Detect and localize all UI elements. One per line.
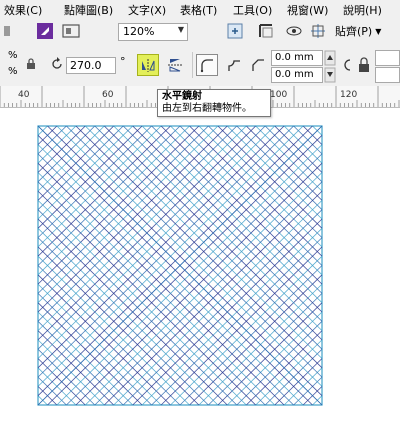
round-corner-icon: [200, 59, 213, 73]
tooltip-title: 水平鏡射: [162, 91, 202, 102]
zoom-value: 120%: [123, 25, 155, 38]
full-screen-preview-icon[interactable]: [226, 22, 244, 40]
overflow-icon[interactable]: [4, 24, 16, 38]
rotate-icon: [50, 56, 64, 72]
lock-icon[interactable]: [357, 56, 371, 74]
corner-round-button[interactable]: [196, 54, 218, 76]
corner-scallop-button[interactable]: [224, 54, 244, 76]
menu-tools[interactable]: 工具(O): [233, 2, 272, 18]
mirror-vertical-icon: [168, 59, 182, 72]
menu-window[interactable]: 視窗(W): [287, 2, 328, 18]
rotation-angle-field[interactable]: 270.0: [66, 57, 116, 74]
degree-unit: °: [120, 55, 126, 68]
scallop-corner-icon: [228, 60, 240, 71]
rotation-value: 270.0: [70, 59, 102, 72]
zoom-level-icon[interactable]: [62, 22, 80, 40]
property-bar: % % 270.0 ° 0.0 mm 0.0 mm: [0, 46, 400, 87]
mirror-horizontal-button[interactable]: [137, 54, 159, 76]
ruler-label: 40: [18, 90, 30, 100]
spin-buttons[interactable]: [324, 50, 336, 83]
outline-width-top: 0.0 mm: [275, 52, 314, 63]
lock-ratio-icon[interactable]: [24, 57, 38, 71]
menu-effects[interactable]: 效果(C): [4, 2, 42, 18]
mirror-vertical-button[interactable]: [164, 54, 186, 76]
snap-label: 貼齊(P): [335, 25, 373, 38]
scale-unit-top: %: [8, 50, 18, 61]
menu-table[interactable]: 表格(T): [180, 2, 217, 18]
view-options-icon[interactable]: [285, 22, 303, 40]
relative-scale-icon[interactable]: [340, 56, 354, 74]
menu-bar: 效果(C) 點陣圖(B) 文字(X) 表格(T) 工具(O) 視窗(W) 說明(…: [0, 0, 400, 19]
outline-width-top-field[interactable]: 0.0 mm: [271, 50, 323, 66]
snap-to-dropdown[interactable]: 貼齊(P) ▼: [335, 22, 395, 40]
outline-width-bottom: 0.0 mm: [275, 69, 314, 80]
mirror-horizontal-icon: [142, 59, 155, 72]
chevron-down-icon: ▼: [177, 25, 184, 34]
chamfer-corner-icon: [252, 59, 264, 71]
guidelines-icon[interactable]: [309, 22, 327, 40]
menu-text[interactable]: 文字(X): [128, 2, 166, 18]
zoom-combo[interactable]: 120% ▼: [118, 23, 188, 41]
drawing-canvas[interactable]: [0, 108, 400, 425]
mirror-tooltip: 水平鏡射 由左到右翻轉物件。: [157, 89, 271, 117]
standard-toolbar: 120% ▼ 貼齊(P) ▼: [0, 18, 400, 47]
menu-help[interactable]: 說明(H): [343, 2, 382, 18]
corner-chamfer-button[interactable]: [248, 54, 268, 76]
separator: [192, 52, 193, 78]
tooltip-description: 由左到右翻轉物件。: [162, 103, 252, 114]
menu-bitmaps[interactable]: 點陣圖(B): [64, 2, 113, 18]
chevron-down-icon: ▼: [375, 26, 382, 36]
corner-value-top-field[interactable]: [375, 50, 400, 66]
scale-unit-bottom: %: [8, 66, 18, 77]
corner-value-bottom-field[interactable]: [375, 67, 400, 83]
string-art-drawing[interactable]: [0, 108, 400, 425]
rulers-icon[interactable]: [257, 22, 275, 40]
ruler-label: 100: [270, 90, 288, 100]
ruler-label: 120: [340, 90, 358, 100]
outline-width-bottom-field[interactable]: 0.0 mm: [271, 67, 323, 83]
publish-pdf-icon[interactable]: [36, 22, 54, 40]
ruler-label: 60: [102, 90, 114, 100]
